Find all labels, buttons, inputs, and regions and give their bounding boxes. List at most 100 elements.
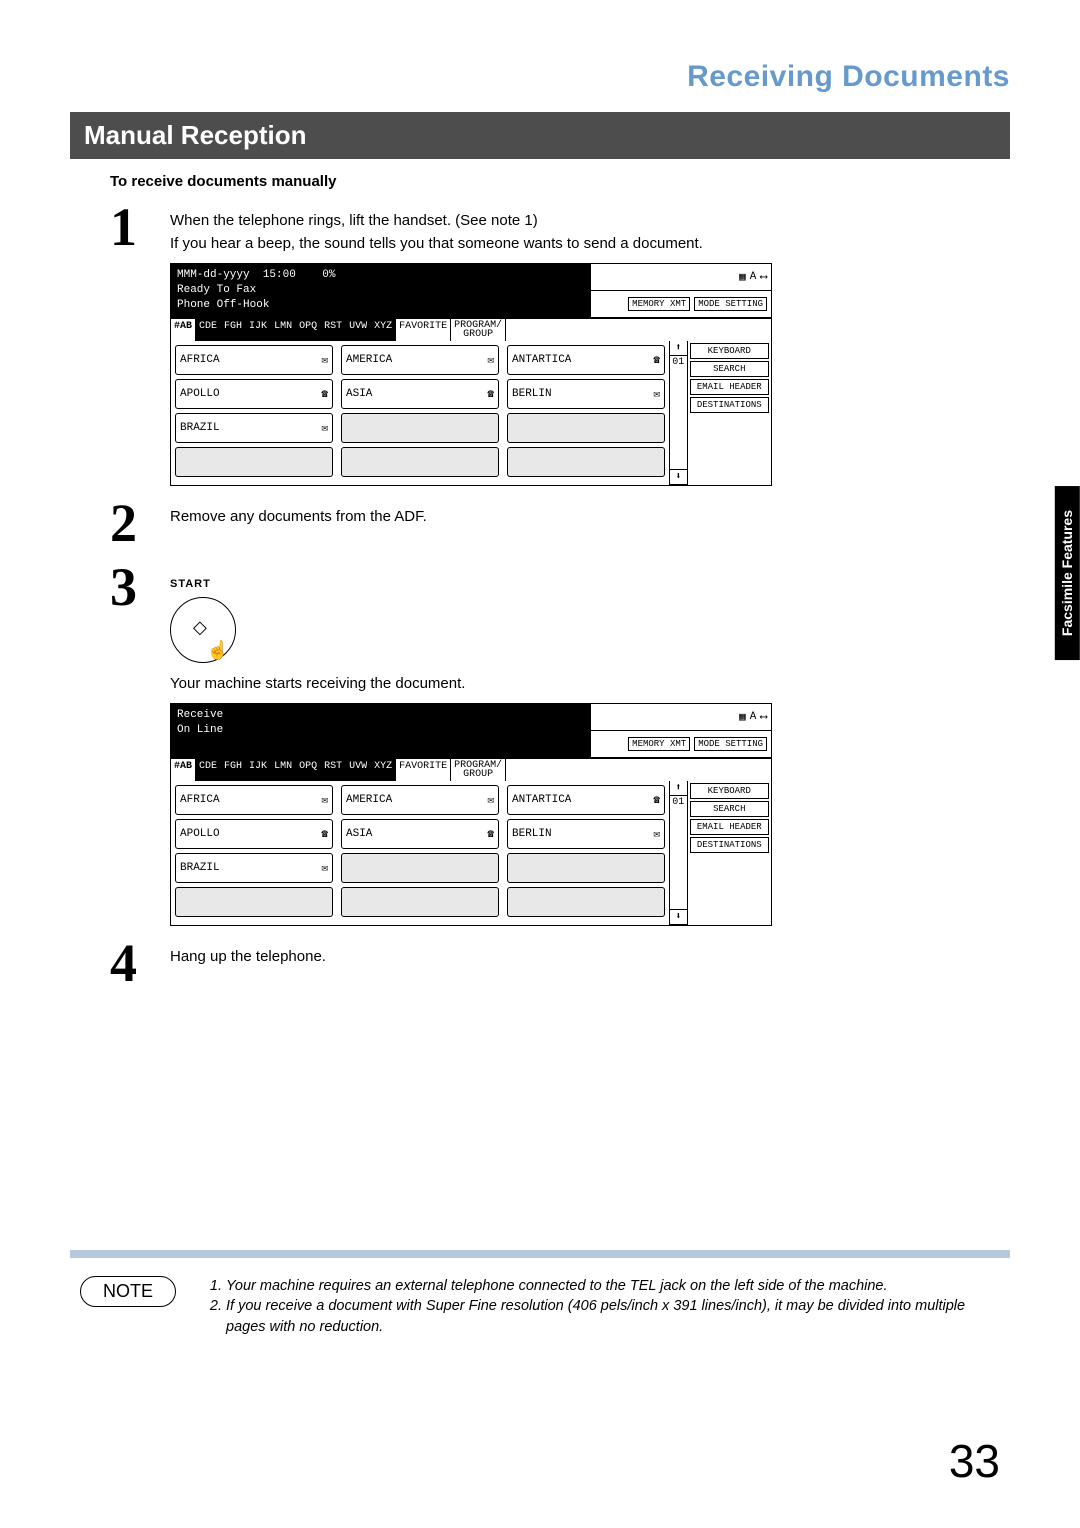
dest-cell-empty[interactable]: [341, 853, 499, 883]
dest-cell-empty[interactable]: [175, 887, 333, 917]
mode-setting-button[interactable]: MODE SETTING: [694, 737, 767, 751]
dest-cell-empty[interactable]: [341, 447, 499, 477]
tab[interactable]: XYZ: [371, 759, 396, 781]
dest-cell-empty[interactable]: [507, 413, 665, 443]
tab[interactable]: LMN: [271, 759, 296, 781]
phone-icon: ☎: [321, 387, 328, 401]
lcd-panel-1: MMM-dd-yyyy 15:00 0% Ready To Fax Phone …: [170, 263, 772, 486]
dest-cell-empty[interactable]: [507, 853, 665, 883]
step-number: 1: [110, 200, 170, 254]
mail-icon: ✉: [487, 793, 494, 807]
tab[interactable]: FGH: [221, 319, 246, 341]
grid-icon: ▦: [739, 270, 746, 284]
tab-ab[interactable]: #AB: [171, 759, 196, 781]
mail-icon: ✉: [487, 353, 494, 367]
destinations-button[interactable]: DESTINATIONS: [690, 837, 769, 853]
step-text: When the telephone rings, lift the hands…: [170, 200, 1010, 255]
alpha-tabs: #AB CDE FGH IJK LMN OPQ RST UVW XYZ FAVO…: [171, 758, 771, 781]
dest-cell[interactable]: BRAZIL✉: [175, 853, 333, 883]
dest-cell[interactable]: ASIA☎: [341, 379, 499, 409]
tab-favorite[interactable]: FAVORITE: [396, 319, 451, 341]
dest-cell[interactable]: AFRICA✉: [175, 345, 333, 375]
dest-cell[interactable]: BERLIN✉: [507, 379, 665, 409]
mode-setting-button[interactable]: MODE SETTING: [694, 297, 767, 311]
tab[interactable]: RST: [321, 319, 346, 341]
lcd-panel-2: Receive On Line ▦ A ⟷ MEMORY XMT MODE SE…: [170, 703, 772, 926]
step-number: 3: [110, 560, 170, 614]
hand-icon: ☝: [207, 637, 229, 664]
dest-cell[interactable]: AMERICA✉: [341, 345, 499, 375]
scroll-column: ⬆ 01 ⬇: [669, 341, 687, 485]
scroll-up-icon[interactable]: ⬆: [670, 781, 687, 796]
step-number: 2: [110, 496, 170, 550]
dest-cell[interactable]: ANTARTICA☎: [507, 345, 665, 375]
phone-icon: ☎: [653, 353, 660, 367]
tab[interactable]: IJK: [246, 759, 271, 781]
memory-xmt-button[interactable]: MEMORY XMT: [628, 737, 690, 751]
note-label: NOTE: [80, 1276, 176, 1307]
note-list: Your machine requires an external teleph…: [206, 1276, 1000, 1337]
step-4: 4 Hang up the telephone.: [110, 936, 1010, 990]
tab[interactable]: UVW: [346, 319, 371, 341]
scroll-down-icon[interactable]: ⬇: [670, 470, 687, 485]
phone-icon: ☎: [487, 827, 494, 841]
scroll-down-icon[interactable]: ⬇: [670, 910, 687, 925]
start-button[interactable]: ☝: [170, 597, 236, 663]
page-counter: 01: [670, 356, 687, 470]
slider-icon: ⟷: [760, 270, 767, 284]
dest-cell-empty[interactable]: [507, 447, 665, 477]
tab[interactable]: IJK: [246, 319, 271, 341]
divider-bar: [70, 1250, 1010, 1258]
tab[interactable]: CDE: [196, 759, 221, 781]
mail-icon: ✉: [321, 353, 328, 367]
dest-cell-empty[interactable]: [341, 413, 499, 443]
status-area: Receive On Line: [171, 704, 591, 758]
memory-xmt-button[interactable]: MEMORY XMT: [628, 297, 690, 311]
email-header-button[interactable]: EMAIL HEADER: [690, 379, 769, 395]
tab[interactable]: XYZ: [371, 319, 396, 341]
dest-cell-empty[interactable]: [507, 887, 665, 917]
mail-icon: ✉: [321, 793, 328, 807]
search-button[interactable]: SEARCH: [690, 361, 769, 377]
email-header-button[interactable]: EMAIL HEADER: [690, 819, 769, 835]
tab-program-group[interactable]: PROGRAM/ GROUP: [451, 759, 506, 781]
dest-cell-empty[interactable]: [175, 447, 333, 477]
dest-cell[interactable]: ANTARTICA☎: [507, 785, 665, 815]
tab-program-group[interactable]: PROGRAM/ GROUP: [451, 319, 506, 341]
status-area: MMM-dd-yyyy 15:00 0% Ready To Fax Phone …: [171, 264, 591, 318]
dest-cell-empty[interactable]: [341, 887, 499, 917]
dest-cell[interactable]: APOLLO☎: [175, 819, 333, 849]
tab[interactable]: UVW: [346, 759, 371, 781]
page-counter: 01: [670, 796, 687, 910]
tab[interactable]: CDE: [196, 319, 221, 341]
note-item: If you receive a document with Super Fin…: [226, 1296, 1000, 1337]
dest-cell[interactable]: APOLLO☎: [175, 379, 333, 409]
destinations-button[interactable]: DESTINATIONS: [690, 397, 769, 413]
scroll-column: ⬆ 01 ⬇: [669, 781, 687, 925]
search-button[interactable]: SEARCH: [690, 801, 769, 817]
dest-cell[interactable]: BRAZIL✉: [175, 413, 333, 443]
keyboard-button[interactable]: KEYBOARD: [690, 783, 769, 799]
dest-cell[interactable]: BERLIN✉: [507, 819, 665, 849]
section-title: Manual Reception: [70, 112, 1010, 159]
tab[interactable]: OPQ: [296, 759, 321, 781]
chapter-title: Receiving Documents: [70, 60, 1010, 94]
dest-cell[interactable]: AMERICA✉: [341, 785, 499, 815]
tab[interactable]: OPQ: [296, 319, 321, 341]
tab-ab[interactable]: #AB: [171, 319, 196, 341]
dest-cell[interactable]: AFRICA✉: [175, 785, 333, 815]
step-2: 2 Remove any documents from the ADF.: [110, 496, 1010, 550]
keyboard-button[interactable]: KEYBOARD: [690, 343, 769, 359]
tab-favorite[interactable]: FAVORITE: [396, 759, 451, 781]
step-1: 1 When the telephone rings, lift the han…: [110, 200, 1010, 255]
subheading: To receive documents manually: [110, 173, 1010, 190]
tab[interactable]: RST: [321, 759, 346, 781]
slider-icon: ⟷: [760, 710, 767, 724]
tab[interactable]: LMN: [271, 319, 296, 341]
scroll-up-icon[interactable]: ⬆: [670, 341, 687, 356]
step-text: Hang up the telephone.: [170, 936, 1010, 969]
phone-icon: ☎: [653, 793, 660, 807]
tab[interactable]: FGH: [221, 759, 246, 781]
step-text: Your machine starts receiving the docume…: [170, 673, 1010, 696]
dest-cell[interactable]: ASIA☎: [341, 819, 499, 849]
